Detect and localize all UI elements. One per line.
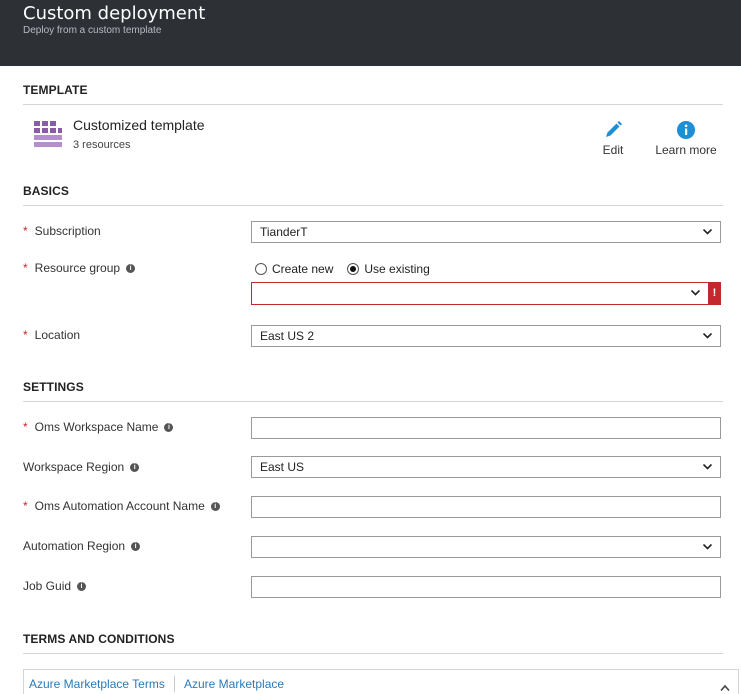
subscription-select[interactable]: TianderT	[251, 221, 721, 243]
required-asterisk: *	[23, 499, 28, 513]
required-asterisk: *	[23, 261, 28, 275]
terms-divider	[23, 653, 723, 654]
job-guid-input[interactable]	[251, 576, 721, 598]
blade-header: Custom deployment Deploy from a custom t…	[0, 0, 741, 66]
info-icon[interactable]: i	[126, 263, 136, 273]
chevron-down-icon	[703, 333, 712, 339]
blade-subtitle: Deploy from a custom template	[23, 25, 162, 36]
subscription-label: * Subscription	[23, 224, 101, 238]
template-icon	[34, 121, 62, 147]
create-new-radio[interactable]: Create new	[255, 262, 333, 276]
link-separator	[174, 676, 175, 692]
oms-workspace-name-input[interactable]	[251, 417, 721, 439]
oms-automation-account-name-label: * Oms Automation Account Name i	[23, 499, 220, 513]
info-circle-icon	[677, 121, 695, 139]
automation-region-label: Automation Region i	[23, 539, 141, 553]
validation-error-icon: !	[708, 282, 721, 305]
chevron-down-icon	[703, 229, 712, 235]
blade-title: Custom deployment	[23, 3, 206, 24]
chevron-up-icon[interactable]	[720, 684, 730, 692]
required-asterisk: *	[23, 328, 28, 342]
info-icon[interactable]: i	[210, 501, 220, 511]
info-icon[interactable]: i	[77, 581, 87, 591]
learn-more-label: Learn more	[655, 143, 717, 157]
basics-divider	[23, 205, 723, 206]
marketplace-link[interactable]: Azure Marketplace	[184, 677, 284, 691]
template-section-title: TEMPLATE	[23, 83, 88, 97]
info-icon[interactable]: i	[131, 541, 141, 551]
pencil-icon	[606, 121, 622, 137]
radio-button-selected[interactable]	[347, 263, 360, 275]
basics-section-title: BASICS	[23, 184, 69, 198]
edit-label: Edit	[602, 143, 624, 157]
settings-section-title: SETTINGS	[23, 380, 84, 394]
marketplace-terms-link[interactable]: Azure Marketplace Terms	[29, 677, 165, 691]
workspace-region-select[interactable]: East US	[251, 456, 721, 478]
automation-region-select[interactable]	[251, 536, 721, 558]
location-select[interactable]: East US 2	[251, 325, 721, 347]
job-guid-label: Job Guid i	[23, 579, 87, 593]
radio-button[interactable]	[255, 263, 267, 275]
oms-automation-account-name-input[interactable]	[251, 496, 721, 518]
template-divider	[23, 104, 723, 105]
edit-template-button[interactable]: Edit	[598, 120, 628, 157]
required-asterisk: *	[23, 224, 28, 238]
info-icon[interactable]: i	[130, 462, 140, 472]
learn-more-button[interactable]: Learn more	[654, 120, 718, 157]
template-resource-count: 3 resources	[73, 139, 131, 151]
terms-section-title: TERMS AND CONDITIONS	[23, 632, 175, 646]
workspace-region-label: Workspace Region i	[23, 460, 140, 474]
resource-group-label: * Resource group i	[23, 261, 136, 275]
settings-divider	[23, 401, 723, 402]
chevron-down-icon	[691, 290, 700, 296]
info-icon[interactable]: i	[164, 422, 174, 432]
chevron-down-icon	[703, 544, 712, 550]
use-existing-radio[interactable]: Use existing	[347, 262, 430, 276]
template-name: Customized template	[73, 117, 205, 133]
location-label: * Location	[23, 328, 81, 342]
required-asterisk: *	[23, 420, 28, 434]
resource-group-select[interactable]	[251, 282, 709, 305]
oms-workspace-name-label: * Oms Workspace Name i	[23, 420, 174, 434]
resource-group-mode: Create new Use existing	[255, 262, 444, 276]
chevron-down-icon	[703, 464, 712, 470]
